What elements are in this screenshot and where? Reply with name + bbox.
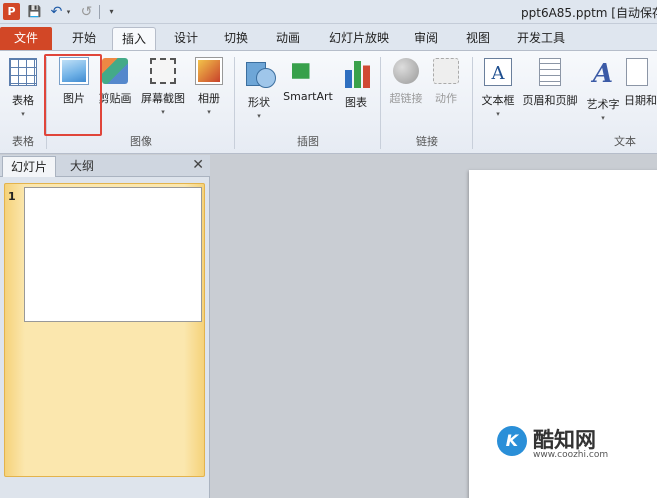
datetime-label: 日期和 <box>624 94 657 107</box>
quick-access-divider <box>99 5 100 19</box>
table-button[interactable]: 表格 ▾ <box>4 56 42 128</box>
action-button[interactable]: 动作 <box>430 56 462 128</box>
textbox-icon: A <box>484 58 512 86</box>
header-footer-label: 页眉和页脚 <box>522 94 578 107</box>
wordart-icon: A <box>592 59 614 89</box>
watermark-url: www.coozhi.com <box>533 450 609 460</box>
redo-icon[interactable]: ↺ <box>78 3 95 20</box>
group-label-illustrations: 插图 <box>297 135 319 148</box>
wordart-button[interactable]: A 艺术字 ▾ <box>584 56 622 128</box>
header-footer-button[interactable]: 页眉和页脚 <box>520 56 580 128</box>
tab-review[interactable]: 审阅 <box>406 27 446 50</box>
slide-number: 1 <box>8 190 16 203</box>
chevron-down-icon: ▾ <box>257 112 261 120</box>
album-button[interactable]: 相册 ▾ <box>192 56 226 128</box>
action-label: 动作 <box>435 92 457 105</box>
screenshot-label: 屏幕截图 <box>141 92 185 105</box>
textbox-button[interactable]: A 文本框 ▾ <box>478 56 518 128</box>
screenshot-button[interactable]: 屏幕截图 ▾ <box>138 56 188 128</box>
group-label-text: 文本 <box>614 135 636 148</box>
shapes-icon <box>244 58 276 88</box>
document-title: ppt6A85.pptm [自动保存 <box>521 6 657 20</box>
clipart-icon <box>102 58 128 84</box>
tab-slides[interactable]: 幻灯片 <box>2 156 57 177</box>
screenshot-icon <box>150 58 176 84</box>
slide-thumbnail-selected[interactable] <box>4 183 205 477</box>
close-icon[interactable]: ✕ <box>192 157 204 173</box>
table-label: 表格 <box>12 94 34 107</box>
save-icon[interactable]: 💾 <box>26 3 43 20</box>
tab-slideshow[interactable]: 幻灯片放映 <box>324 27 394 50</box>
wordart-label: 艺术字 <box>586 98 620 111</box>
smartart-icon <box>292 58 324 84</box>
tab-insert[interactable]: 插入 <box>112 27 156 50</box>
hyperlink-label: 超链接 <box>389 92 423 105</box>
photo-album-icon <box>196 58 222 84</box>
group-divider <box>380 57 381 149</box>
hyperlink-button[interactable]: 超链接 <box>386 56 426 128</box>
textbox-label: 文本框 <box>481 94 515 107</box>
globe-link-icon <box>393 58 419 84</box>
chevron-down-icon: ▾ <box>207 108 211 116</box>
chart-icon <box>341 61 371 88</box>
ribbon-tab-bar: 文件 开始 插入 设计 切换 动画 幻灯片放映 审阅 视图 开发工具 <box>0 24 657 50</box>
calendar-icon <box>626 58 648 86</box>
tab-outline[interactable]: 大纲 <box>62 156 102 177</box>
tab-transitions[interactable]: 切换 <box>216 27 256 50</box>
group-label-links: 链接 <box>416 135 438 148</box>
smartart-label: SmartArt <box>283 90 333 103</box>
tab-home[interactable]: 开始 <box>60 27 108 50</box>
tab-developer[interactable]: 开发工具 <box>510 27 572 50</box>
chevron-down-icon: ▾ <box>161 108 165 116</box>
customize-toolbar-icon[interactable]: ▾ <box>103 3 120 20</box>
group-divider <box>472 57 473 149</box>
tab-file[interactable]: 文件 <box>0 27 52 50</box>
powerpoint-app-icon[interactable]: P <box>3 3 20 20</box>
watermark-logo: K <box>497 426 527 456</box>
action-icon <box>433 58 459 84</box>
shapes-button[interactable]: 形状 ▾ <box>242 56 276 128</box>
pane-tabs: 幻灯片 大纲 ✕ <box>0 155 210 177</box>
undo-icon[interactable]: ↶ <box>48 3 65 20</box>
datetime-button[interactable]: 日期和 <box>624 56 657 128</box>
chevron-down-icon: ▾ <box>21 110 25 118</box>
album-label: 相册 <box>198 92 220 105</box>
slides-pane: 幻灯片 大纲 ✕ 1 <box>0 155 210 498</box>
group-divider <box>234 57 235 149</box>
tab-design[interactable]: 设计 <box>166 27 206 50</box>
shapes-label: 形状 <box>248 96 270 109</box>
smartart-button[interactable]: SmartArt <box>280 56 336 128</box>
chevron-down-icon: ▾ <box>601 114 605 122</box>
title-bar: P 💾 ↶ ▾ ↺ ▾ ppt6A85.pptm [自动保存 <box>0 0 657 24</box>
undo-dropdown-icon[interactable]: ▾ <box>64 3 73 20</box>
slide-thumbnail[interactable] <box>24 187 202 322</box>
header-footer-icon <box>539 58 561 86</box>
chevron-down-icon: ▾ <box>496 110 500 118</box>
tab-animations[interactable]: 动画 <box>268 27 308 50</box>
table-icon <box>9 58 37 86</box>
tab-view[interactable]: 视图 <box>458 27 498 50</box>
chart-label: 图表 <box>345 96 367 109</box>
group-label-tables: 表格 <box>12 135 34 148</box>
picture-highlight-box <box>44 54 102 136</box>
chart-button[interactable]: 图表 <box>340 56 372 128</box>
